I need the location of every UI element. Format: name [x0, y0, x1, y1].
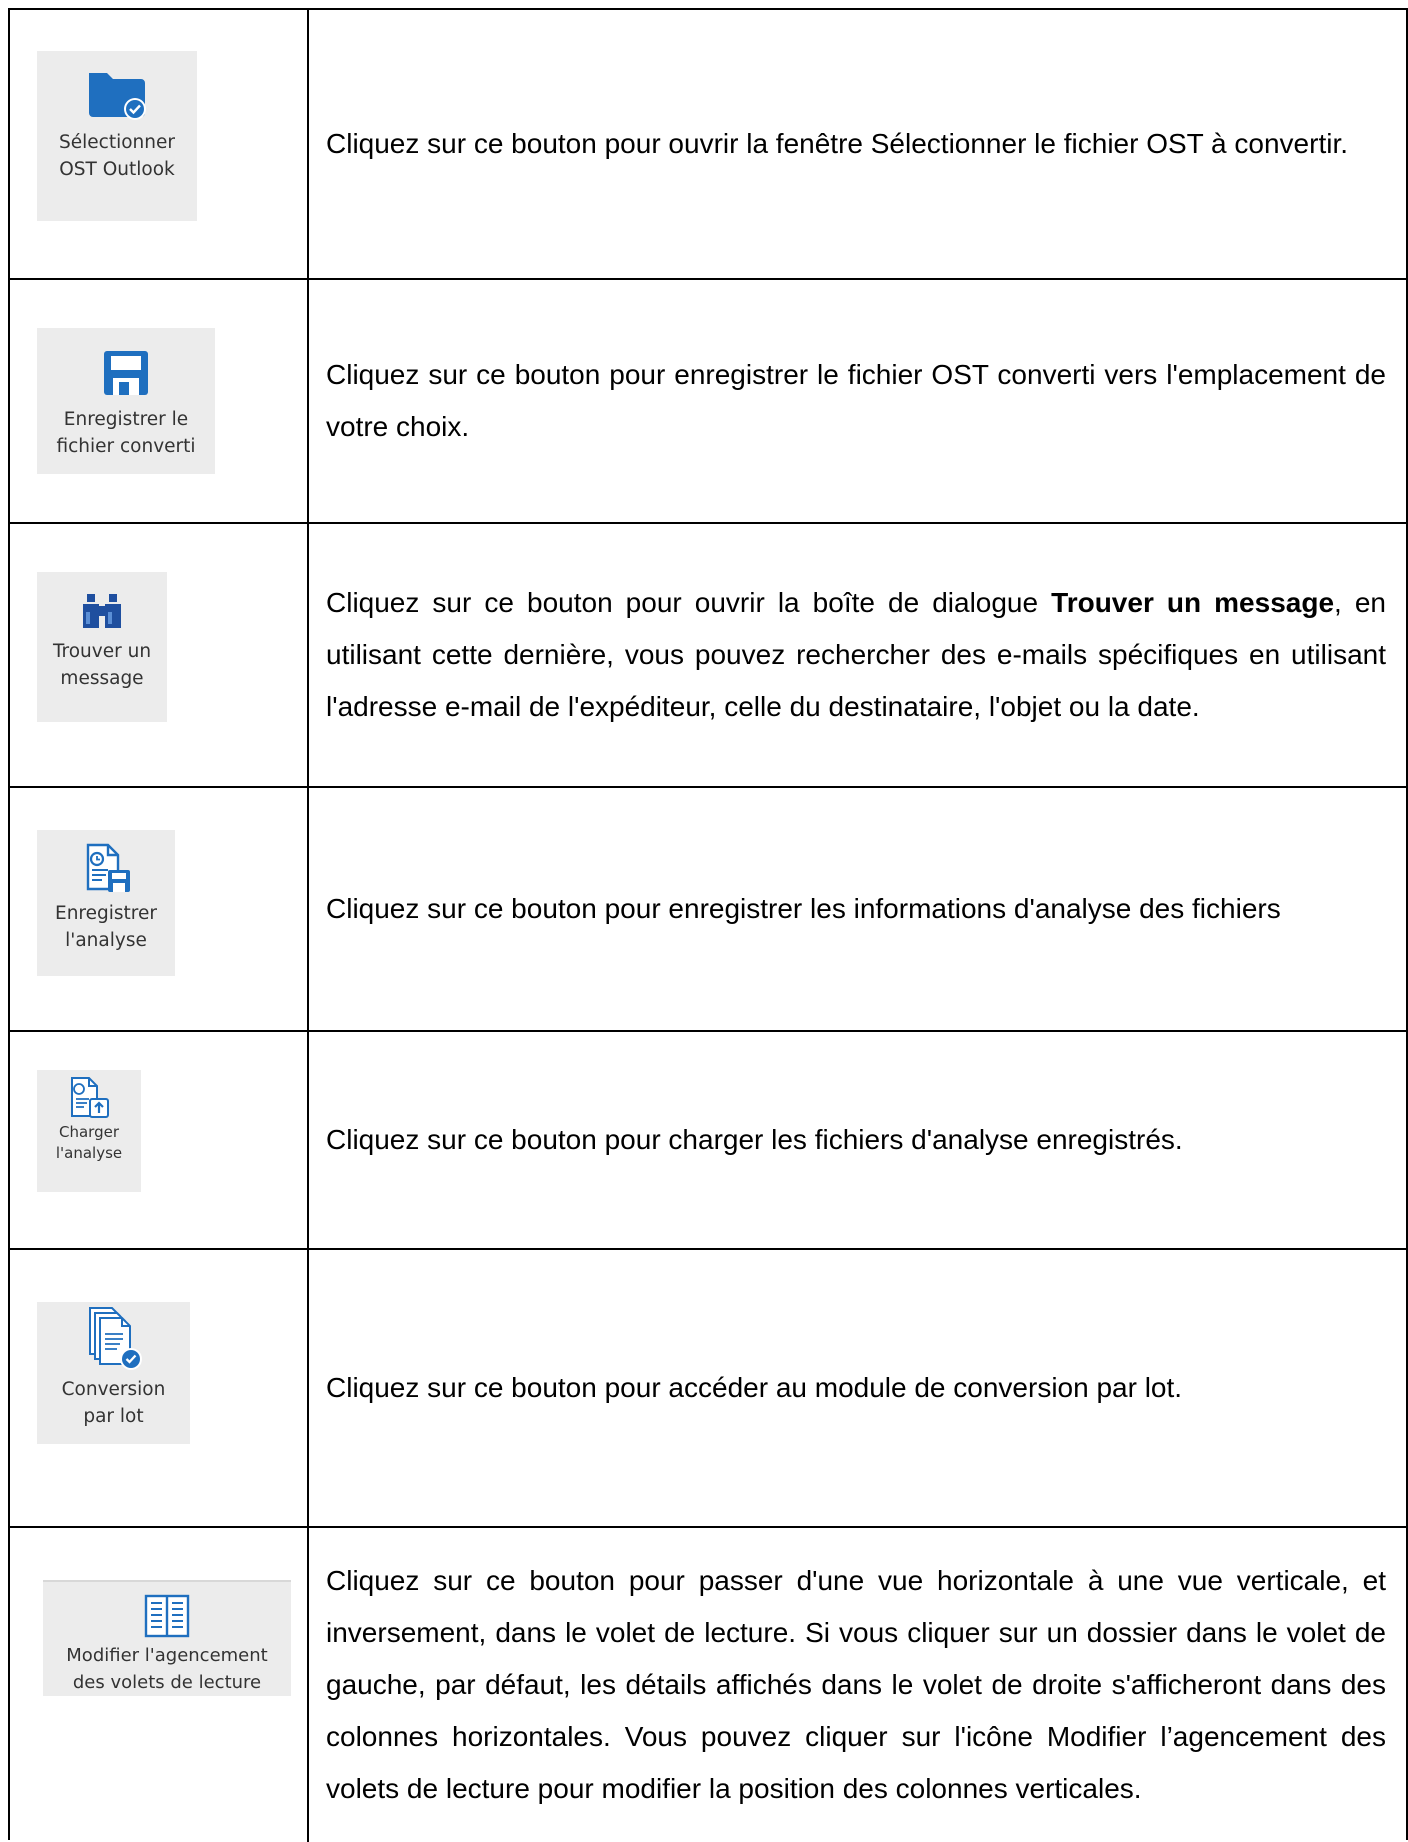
save-converted-file-button[interactable]: Enregistrer le fichier converti [37, 328, 215, 474]
batch-conversion-button[interactable]: Conversion par lot [37, 1302, 190, 1444]
column-divider [307, 1250, 309, 1526]
icon-cell: Trouver un message [10, 524, 307, 786]
description-cell: Cliquez sur ce bouton pour enregistrer l… [326, 788, 1386, 1030]
change-reading-pane-layout-button[interactable]: Modifier l'agencement des volets de lect… [43, 1580, 291, 1696]
toolbar-buttons-table: Sélectionner OST Outlook Cliquez sur ce … [8, 8, 1408, 1842]
description-text-start: Cliquez sur ce bouton pour ouvrir la boî… [326, 587, 1052, 618]
select-ost-outlook-button[interactable]: Sélectionner OST Outlook [37, 51, 197, 221]
binoculars-icon [80, 592, 124, 630]
button-label: Sélectionner OST Outlook [59, 132, 175, 180]
description-cell: Cliquez sur ce bouton pour passer d'une … [326, 1528, 1386, 1842]
description-cell: Cliquez sur ce bouton pour accéder au mo… [326, 1250, 1386, 1526]
icon-cell: Modifier l'agencement des volets de lect… [10, 1528, 307, 1842]
button-label: Conversion par lot [61, 1379, 166, 1427]
description-cell: Cliquez sur ce bouton pour ouvrir la fen… [326, 10, 1386, 278]
table-row: Modifier l'agencement des volets de lect… [10, 1528, 1406, 1842]
description-text: Cliquez sur ce bouton pour ouvrir la boî… [326, 577, 1386, 733]
table-row: Enregistrer l'analyse Cliquez sur ce bou… [10, 788, 1406, 1032]
column-divider [307, 1528, 309, 1842]
description-text: Cliquez sur ce bouton pour ouvrir la fen… [326, 128, 1348, 159]
load-scan-button[interactable]: Charger l'analyse [37, 1070, 141, 1192]
find-message-dialog-name: Trouver un message [1051, 587, 1335, 618]
column-divider [307, 1032, 309, 1248]
description-cell: Cliquez sur ce bouton pour ouvrir la boî… [326, 524, 1386, 786]
icon-cell: Conversion par lot [10, 1250, 307, 1526]
icon-cell: Enregistrer le fichier converti [10, 280, 307, 522]
column-divider [307, 524, 309, 786]
table-row: Charger l'analyse Cliquez sur ce bouton … [10, 1032, 1406, 1250]
description-text: Cliquez sur ce bouton pour enregistrer l… [326, 359, 1386, 442]
icon-cell: Charger l'analyse [10, 1032, 307, 1248]
description-text: Cliquez sur ce bouton pour passer d'une … [326, 1565, 1386, 1804]
batch-conversion-icon [84, 1306, 144, 1372]
description-text: Cliquez sur ce bouton pour enregistrer l… [326, 893, 1281, 924]
load-scan-icon [66, 1076, 112, 1120]
button-label: Enregistrer l'analyse [55, 903, 157, 951]
save-scan-button[interactable]: Enregistrer l'analyse [37, 830, 175, 976]
column-divider [307, 280, 309, 522]
description-cell: Cliquez sur ce bouton pour enregistrer l… [326, 280, 1386, 522]
find-message-button[interactable]: Trouver un message [37, 572, 167, 722]
description-text: Cliquez sur ce bouton pour charger les f… [326, 1124, 1183, 1155]
table-row: Conversion par lot Cliquez sur ce bouton… [10, 1250, 1406, 1528]
column-divider [307, 10, 309, 278]
button-label: Trouver un message [52, 641, 152, 689]
button-label: Modifier l'agencement des volets de lect… [66, 1645, 268, 1693]
icon-cell: Enregistrer l'analyse [10, 788, 307, 1030]
table-row: Sélectionner OST Outlook Cliquez sur ce … [10, 10, 1406, 280]
description-text: Cliquez sur ce bouton pour accéder au mo… [326, 1372, 1183, 1403]
table-row: Enregistrer le fichier converti Cliquez … [10, 280, 1406, 524]
button-label: Enregistrer le fichier converti [56, 409, 196, 457]
column-divider [307, 788, 309, 1030]
save-scan-icon [78, 842, 134, 894]
button-label: Charger l'analyse [55, 1123, 123, 1162]
floppy-disk-icon [101, 348, 151, 398]
description-cell: Cliquez sur ce bouton pour charger les f… [326, 1032, 1386, 1248]
reading-pane-layout-icon [144, 1594, 190, 1638]
folder-check-icon [85, 65, 149, 123]
table-row: Trouver un message Cliquez sur ce bouton… [10, 524, 1406, 788]
icon-cell: Sélectionner OST Outlook [10, 10, 307, 278]
